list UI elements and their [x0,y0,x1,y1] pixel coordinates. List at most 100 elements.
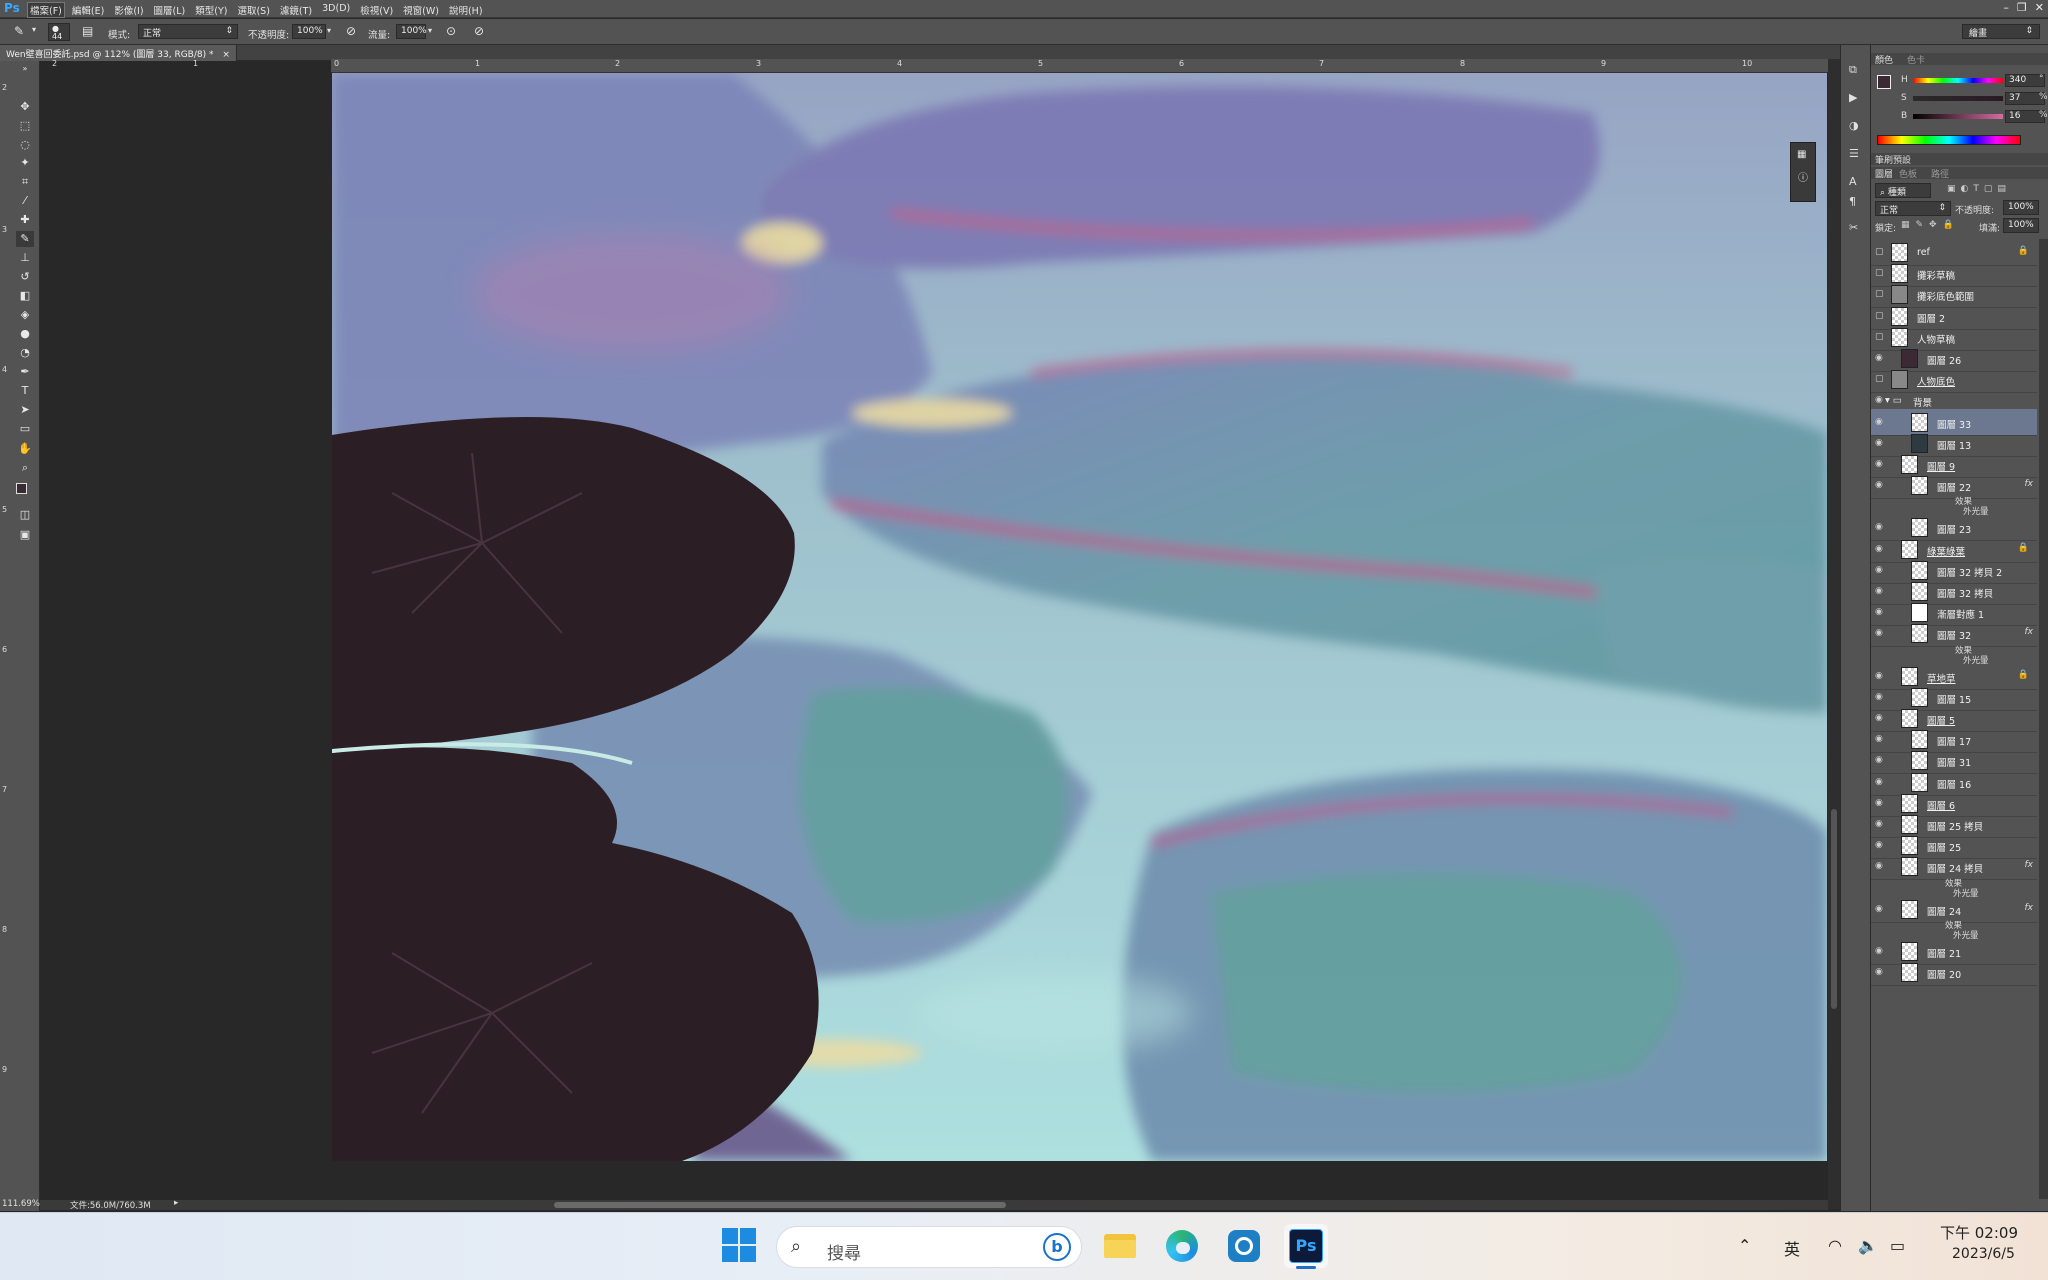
brush-panel-toggle-icon[interactable]: ▤ [82,24,93,38]
eye-hidden-icon[interactable]: ▢ [1875,311,1885,321]
foreground-color-swatch[interactable] [1877,75,1891,89]
close-tab-icon[interactable]: × [222,50,230,60]
layers-scrollbar[interactable] [2039,239,2048,1199]
fill-input[interactable]: 100% [2003,218,2039,233]
foreground-color-swatch[interactable] [16,483,27,494]
dodge-tool-icon[interactable]: ◔ [16,345,34,361]
close-button[interactable]: ✕ [2035,1,2044,14]
brush-tool-icon[interactable]: ✎ [14,24,24,38]
photoshop-taskbar-icon[interactable]: Ps [1284,1224,1328,1269]
eye-icon[interactable]: ◉ [1875,946,1885,956]
layer-row[interactable]: ◉ 圖層 32 fx [1871,620,2037,648]
brush-preset-picker[interactable]: ● 44 [48,23,70,41]
hand-tool-icon[interactable]: ✋ [16,441,34,457]
adjustments-icon[interactable]: ◑ [1849,119,1859,132]
horizontal-scrollbar[interactable] [40,1200,1828,1210]
menu-select[interactable]: 選取(S) [235,3,271,17]
pressure-opacity-icon[interactable]: ⊘ [346,24,356,38]
minimize-button[interactable]: – [2003,1,2009,14]
layer-opacity-input[interactable]: 100% [2003,200,2039,215]
opacity-dropdown-icon[interactable]: ▾ [327,26,331,35]
volume-icon[interactable]: 🔈 [1858,1236,1878,1255]
layer-effects-icon[interactable]: fx [2025,860,2034,870]
lock-icons[interactable]: ▦✎✥🔒 [1901,220,1960,230]
layer-filter-select[interactable]: ⌕ 種類 [1875,183,1931,198]
hue-slider[interactable] [1913,78,2003,83]
eye-icon[interactable]: ◉ [1875,459,1885,469]
marquee-tool-icon[interactable]: ⬚ [16,118,34,134]
windows-start-icon[interactable] [722,1228,756,1262]
toolbar-collapse-icon[interactable]: » [16,61,34,77]
history-icon[interactable]: ⧉ [1849,63,1857,77]
pen-tool-icon[interactable]: ✒ [16,364,34,380]
eye-icon[interactable]: ◉ [1875,840,1885,850]
eye-hidden-icon[interactable]: ▢ [1875,247,1885,257]
move-tool-icon[interactable]: ✥ [16,99,34,115]
tablet-app-icon[interactable] [1222,1224,1266,1268]
wifi-icon[interactable]: ◠ [1828,1236,1842,1255]
menu-filter[interactable]: 濾鏡(T) [278,3,314,17]
layer-effects-icon[interactable]: fx [2025,903,2034,913]
group-toggle-icon[interactable]: ▾ ▭ [1885,395,1902,406]
eye-icon[interactable]: ◉ [1875,819,1885,829]
eye-icon[interactable]: ◉ [1875,777,1885,787]
eye-icon[interactable]: ◉ [1875,586,1885,596]
type-tool-icon[interactable]: T [16,383,34,399]
tab-paths[interactable]: 路徑 [1931,167,1949,180]
eye-icon[interactable]: ◉ [1875,798,1885,808]
eye-icon[interactable]: ◉ [1875,353,1885,363]
menu-file[interactable]: 檔案(F) [27,2,65,18]
zoom-tool-icon[interactable]: ⌕ [16,460,34,476]
brush-preset-title[interactable]: 筆刷預設 [1875,153,1911,166]
eye-icon[interactable]: ◉ [1875,713,1885,723]
eye-icon[interactable]: ◉ [1875,565,1885,575]
actions-icon[interactable]: ▶ [1849,91,1857,104]
brush-tool-icon[interactable]: ✎ [16,231,34,247]
color-spectrum-bar[interactable] [1877,135,2021,145]
file-explorer-icon[interactable] [1098,1224,1142,1268]
scrollbar-thumb[interactable] [554,1202,1006,1208]
restore-button[interactable]: ❐ [2017,1,2027,14]
eye-icon[interactable]: ◉ [1875,522,1885,532]
saturation-slider[interactable] [1913,96,2003,101]
layer-filter-icons[interactable]: ▣◐T▢▤ [1947,184,2011,194]
color-swatches[interactable] [16,483,34,500]
clock-date[interactable]: 2023/6/5 [1952,1246,2015,1262]
clone-stamp-icon[interactable]: ⊥ [16,250,34,266]
tab-swatches[interactable]: 色卡 [1907,53,1925,66]
eye-icon[interactable]: ◉ [1875,904,1885,914]
eye-icon[interactable]: ◉ [1875,438,1885,448]
magic-wand-icon[interactable]: ✦ [16,155,34,171]
airbrush-icon[interactable]: ⊙ [446,24,456,38]
menu-image[interactable]: 影像(I) [112,3,145,17]
history-brush-icon[interactable]: ↺ [16,269,34,285]
scrollbar-thumb[interactable] [1831,809,1837,1009]
clock-time[interactable]: 下午 02:09 [1940,1222,2018,1243]
workspace-select[interactable]: 繪畫 ⇕ [1962,24,2040,39]
flow-dropdown-icon[interactable]: ▾ [428,26,432,35]
eye-icon[interactable]: ◉ [1875,395,1885,405]
layer-row[interactable]: ◉ 圖層 20 [1871,959,2037,986]
shape-tool-icon[interactable]: ▭ [16,421,34,437]
taskbar-search[interactable]: ⌕ 搜尋 b [776,1226,1082,1268]
character-icon[interactable]: A [1849,175,1857,188]
eye-icon[interactable]: ◉ [1875,734,1885,744]
eye-icon[interactable]: ◉ [1875,417,1885,427]
eye-icon[interactable]: ◉ [1875,692,1885,702]
properties-icon[interactable]: ☰ [1849,147,1859,160]
pressure-size-icon[interactable]: ⊘ [474,24,484,38]
menu-layer[interactable]: 圖層(L) [152,3,188,17]
path-select-icon[interactable]: ➤ [16,402,34,418]
eye-hidden-icon[interactable]: ▢ [1875,374,1885,384]
tab-color[interactable]: 顏色 [1875,53,1893,66]
eye-hidden-icon[interactable]: ▢ [1875,289,1885,299]
healing-brush-icon[interactable]: ✚ [16,212,34,228]
eye-icon[interactable]: ◉ [1875,967,1885,977]
eye-icon[interactable]: ◉ [1875,607,1885,617]
document-tab[interactable]: Wen壁喜回委託.psd @ 112% (圖層 33, RGB/8) * × [0,45,237,61]
tool-preset-dropdown-icon[interactable]: ▾ [32,25,36,34]
layer-effects-icon[interactable]: fx [2025,627,2034,637]
eyedropper-icon[interactable]: ⁄ [16,193,34,209]
document-canvas[interactable] [332,73,1827,1161]
bing-icon[interactable]: b [1043,1233,1071,1261]
